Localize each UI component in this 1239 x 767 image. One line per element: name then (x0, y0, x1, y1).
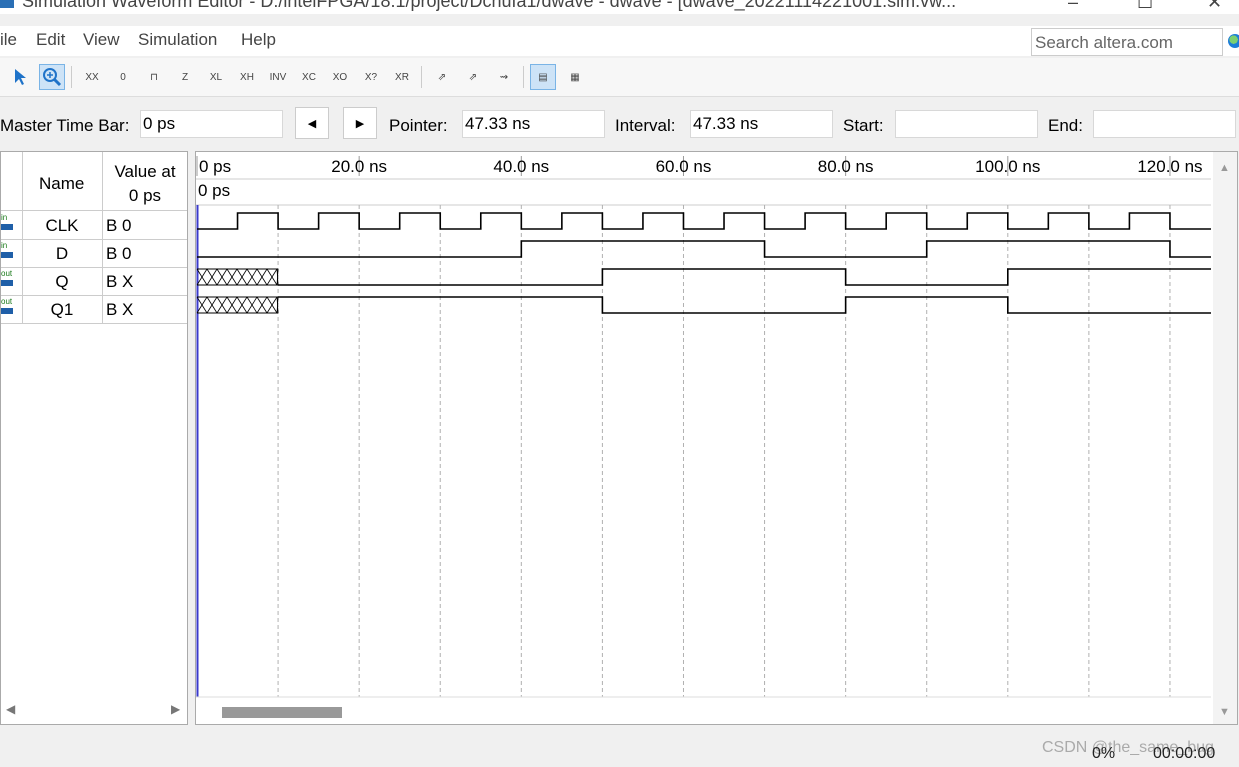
signal-row-d[interactable]: in D B 0 (1, 240, 187, 268)
random-value-icon[interactable]: XR (389, 64, 415, 90)
arbitrary-value-icon[interactable]: X? (358, 64, 384, 90)
toolbar-separator (523, 66, 524, 88)
force-high-icon[interactable]: ⊓ (141, 64, 167, 90)
signal-name: Q1 (50, 300, 74, 319)
progress-text: 0% (1092, 745, 1116, 762)
signal-list-header: Name Value at 0 ps (1, 152, 187, 211)
menu-help[interactable]: Help (241, 30, 276, 50)
search-placeholder: Search altera.com (1035, 33, 1173, 52)
value-column-header[interactable]: Value at 0 ps (105, 160, 185, 208)
scroll-left-icon[interactable]: ◀ (6, 702, 15, 716)
pointer-field: 47.33 ns (462, 110, 605, 138)
snap-to-grid-icon[interactable]: ▤ (530, 64, 556, 90)
start-field[interactable] (895, 110, 1038, 138)
horizontal-scrollbar-thumb[interactable] (222, 707, 342, 718)
cursor-time-label: 0 ps (198, 181, 230, 200)
count-value-icon[interactable]: XC (296, 64, 322, 90)
ruler-label: 80.0 ns (818, 157, 874, 176)
grid-settings-icon[interactable]: ▦ (562, 64, 588, 90)
input-pin-icon: in (1, 241, 19, 263)
force-high-impedance-icon[interactable]: Z (172, 64, 198, 90)
signal-value: B 0 (106, 244, 132, 263)
trace-q1 (278, 296, 1211, 314)
signal-row-q1[interactable]: out Q1 B X (1, 296, 187, 324)
signal-row-q[interactable]: out Q B X (1, 268, 187, 296)
end-field[interactable] (1093, 110, 1236, 138)
master-time-bar-label: Master Time Bar: (0, 116, 130, 135)
previous-transition-button[interactable]: ◀ (295, 107, 329, 139)
zoom-tool-icon[interactable] (39, 64, 65, 90)
scroll-down-icon[interactable]: ▼ (1219, 706, 1230, 718)
value-header-line2: 0 ps (128, 186, 162, 205)
minimize-icon[interactable]: – (1068, 0, 1078, 13)
app-icon (0, 0, 14, 8)
signal-list-panel: Name Value at 0 ps in CLK B 0 in D B 0 o… (0, 151, 188, 725)
close-icon[interactable]: ✕ (1207, 0, 1222, 13)
toolbar-separator (71, 66, 72, 88)
selection-tool-icon[interactable] (7, 64, 33, 90)
ruler-label: 0 ps (199, 157, 231, 176)
master-time-bar-field[interactable]: 0 ps (140, 110, 283, 138)
direction-tag: in (1, 241, 8, 250)
waveform-panel[interactable]: 0 ps 20.0 ns 40.0 ns 60.0 ns 80.0 ns 100.0 ns… (195, 151, 1238, 725)
direction-tag: in (1, 213, 8, 222)
signal-value: B X (106, 300, 134, 319)
signal-name: CLK (45, 216, 79, 235)
window-title: Simulation Waveform Editor - D:/intelFPG… (22, 0, 957, 11)
force-unknown-icon[interactable]: XX (79, 64, 105, 90)
run-functional-simulation-icon[interactable]: ⇗ (429, 64, 455, 90)
invert-icon[interactable]: INV (265, 64, 291, 90)
start-label: Start: (843, 116, 884, 135)
elapsed-time: 00:00:00 (1153, 745, 1216, 762)
output-pin-icon: out (1, 297, 19, 319)
menu-file[interactable]: ile (0, 30, 17, 50)
direction-tag: out (1, 297, 13, 306)
input-pin-icon: in (1, 213, 19, 235)
trace-d (197, 240, 1211, 258)
next-transition-button[interactable]: ▶ (343, 107, 377, 139)
status-bar: CSDN @the_same_bug 0% 00:00:00 (0, 730, 1239, 767)
value-header-line1: Value at (114, 162, 176, 181)
vertical-scrollbar[interactable]: ▲ ▼ (1213, 152, 1237, 724)
time-bar: Master Time Bar: 0 ps ◀ ▶ Pointer: 47.33… (0, 98, 1239, 148)
interval-label: Interval: (615, 116, 676, 135)
signal-name: D (55, 244, 69, 263)
menu-edit[interactable]: Edit (36, 30, 65, 50)
signal-value: B X (106, 272, 134, 291)
overwrite-clock-icon[interactable]: XO (327, 64, 353, 90)
globe-icon[interactable] (1228, 34, 1239, 48)
ruler-label: 20.0 ns (331, 157, 387, 176)
end-label: End: (1048, 116, 1083, 135)
ruler-label: 60.0 ns (656, 157, 712, 176)
toolbar: XX 0 ⊓ Z XL XH INV XC XO X? XR ⇗ ⇗ ⇝ ▤ ▦ (0, 58, 1239, 97)
scroll-right-icon[interactable]: ▶ (171, 702, 180, 716)
force-weak-high-icon[interactable]: XH (234, 64, 260, 90)
ruler-label: 120.0 ns (1137, 157, 1202, 176)
signal-value: B 0 (106, 216, 132, 235)
menu-simulation[interactable]: Simulation (138, 30, 217, 50)
signal-row-clk[interactable]: in CLK B 0 (1, 212, 187, 240)
search-input[interactable]: Search altera.com (1031, 28, 1223, 56)
toolbar-separator (421, 66, 422, 88)
force-low-icon[interactable]: 0 (110, 64, 136, 90)
direction-tag: out (1, 269, 13, 278)
waveform-canvas[interactable]: 0 ps 20.0 ns 40.0 ns 60.0 ns 80.0 ns 100.0 ns… (196, 152, 1213, 724)
output-pin-icon: out (1, 269, 19, 291)
menu-view[interactable]: View (83, 30, 120, 50)
name-column-header[interactable]: Name (39, 174, 84, 194)
trace-q (278, 268, 1211, 286)
title-bar: Simulation Waveform Editor - D:/intelFPG… (0, 0, 1239, 14)
force-weak-low-icon[interactable]: XL (203, 64, 229, 90)
interval-field: 47.33 ns (690, 110, 833, 138)
run-timing-simulation-icon[interactable]: ⇗ (460, 64, 486, 90)
ruler-label: 40.0 ns (493, 157, 549, 176)
ruler-label: 100.0 ns (975, 157, 1040, 176)
pointer-label: Pointer: (389, 116, 448, 135)
scroll-up-icon[interactable]: ▲ (1219, 162, 1230, 174)
signal-name: Q (55, 272, 69, 291)
generate-netlist-icon[interactable]: ⇝ (491, 64, 517, 90)
trace-clk (197, 212, 1211, 230)
maximize-icon[interactable]: ☐ (1137, 0, 1153, 13)
